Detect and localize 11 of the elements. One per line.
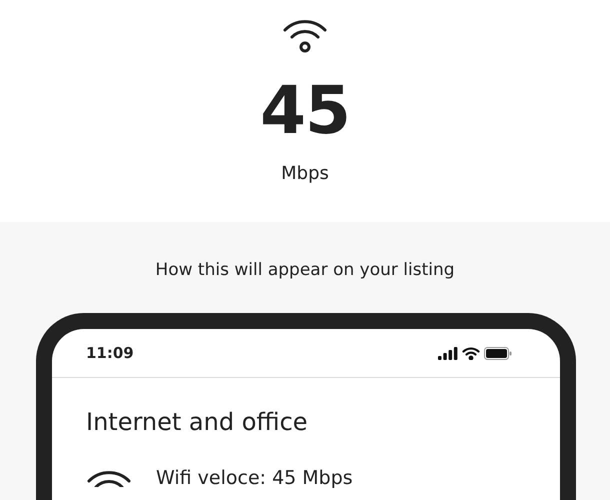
speed-value: 45	[260, 78, 350, 144]
speed-unit: Mbps	[281, 162, 329, 186]
amenity-text: Wifi veloce: 45 Mbps	[156, 466, 353, 491]
section-title: Internet and office	[86, 407, 309, 438]
wifi-icon	[462, 346, 480, 360]
wifi-icon	[282, 18, 328, 54]
signal-icon	[438, 346, 458, 360]
battery-icon	[484, 346, 512, 360]
preview-caption: How this will appear on your listing	[154, 259, 456, 282]
status-time: 11:09	[86, 342, 134, 364]
wifi-icon	[86, 469, 132, 488]
